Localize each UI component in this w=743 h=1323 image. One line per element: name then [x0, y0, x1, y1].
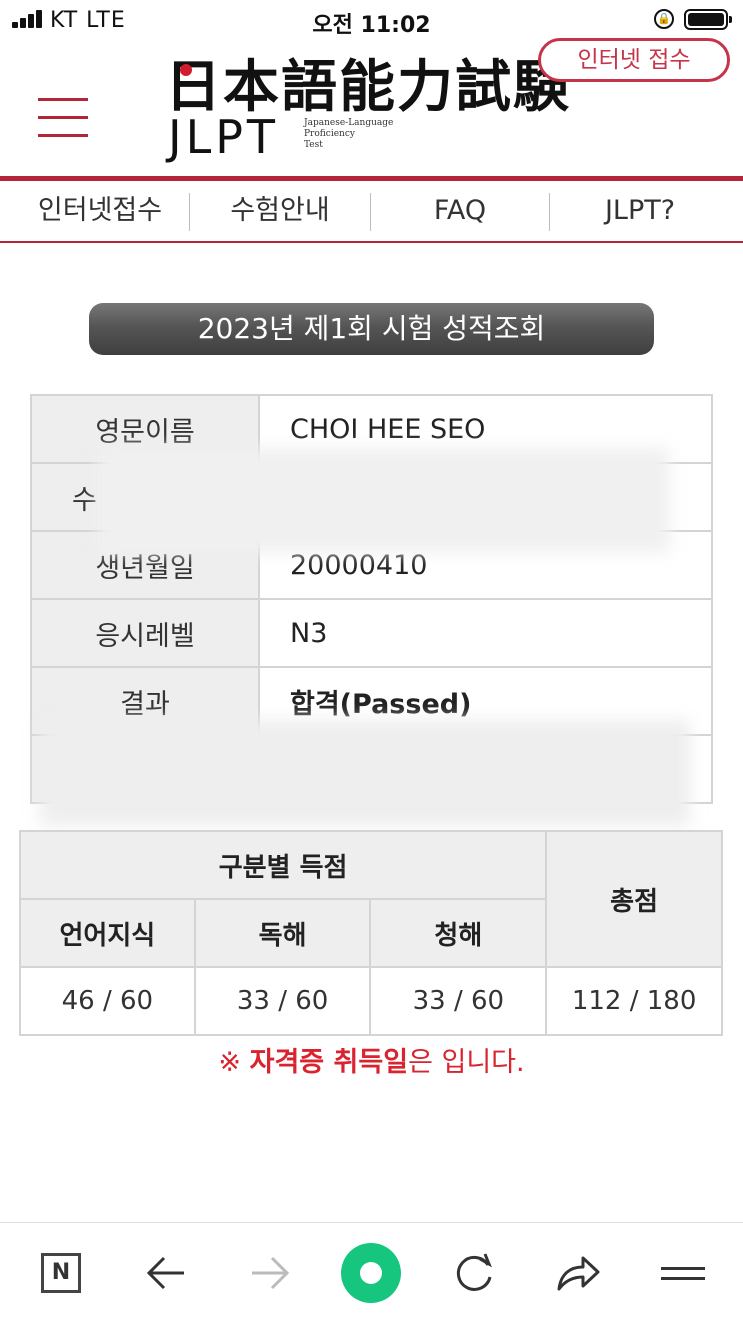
refresh-button[interactable]: [448, 1223, 500, 1323]
browser-menu-button[interactable]: [658, 1223, 708, 1323]
score-header-reading: 독해: [193, 898, 372, 968]
note-prefix: ※: [218, 1047, 250, 1078]
total-score-header: 총점: [545, 830, 723, 968]
certificate-date-note: ※ 자격증 취득일은 입니다.: [0, 1040, 743, 1079]
clock: 오전 11:02: [312, 13, 431, 38]
logo-sub-line: Test: [304, 140, 323, 150]
row-key: 응시레벨: [30, 598, 260, 668]
section-score-header: 구분별 득점: [18, 830, 548, 900]
note-suffix: 은 입니다.: [408, 1047, 525, 1078]
back-button[interactable]: [140, 1223, 192, 1323]
page-title: 2023년 제1회 시험 성적조회: [89, 303, 654, 355]
logo-sub-line: Japanese-Language: [304, 118, 394, 128]
table-row: 46 / 60 33 / 60 33 / 60 112 / 180: [19, 966, 723, 1036]
score-language: 46 / 60: [19, 966, 196, 1036]
refresh-icon: [456, 1253, 492, 1291]
green-dot-icon: [341, 1243, 401, 1303]
score-header-listening: 청해: [369, 898, 548, 968]
nav-item-faq[interactable]: FAQ: [372, 181, 548, 241]
table-row: 구분별 득점 총점: [18, 830, 723, 968]
forward-button[interactable]: [244, 1223, 296, 1323]
nav-divider: [370, 193, 371, 231]
score-listening: 33 / 60: [369, 966, 548, 1036]
redaction-blur: [40, 720, 690, 826]
logo-red-dot-icon: [180, 64, 192, 76]
nav-item-register[interactable]: 인터넷접수: [14, 181, 186, 241]
internet-register-button[interactable]: 인터넷 접수: [538, 38, 730, 82]
hamburger-menu-icon[interactable]: [38, 96, 90, 142]
table-row: 응시레벨 N3: [30, 598, 713, 668]
logo-jlpt: JLPT: [168, 110, 280, 164]
score-table: 구분별 득점 총점 언어지식 독해 청해 46 / 60 33 / 60 33 …: [18, 830, 723, 1036]
nav-item-jlpt[interactable]: JLPT?: [552, 181, 728, 241]
back-arrow-icon: [146, 1256, 184, 1290]
nav-item-guide[interactable]: 수험안내: [192, 181, 368, 241]
menu-lines-icon: [661, 1260, 705, 1287]
note-bold: 자격증 취득일: [249, 1047, 409, 1078]
logo-sub-line: Proficiency: [304, 129, 355, 139]
score-header-language: 언어지식: [19, 898, 196, 968]
rotation-lock-icon: 🔒: [654, 9, 674, 29]
row-value: N3: [258, 598, 713, 668]
score-total: 112 / 180: [545, 966, 723, 1036]
browser-toolbar: N: [0, 1222, 743, 1323]
status-bar: KT LTE 오전 11:02 🔒: [0, 0, 743, 40]
share-arrow-icon: [557, 1256, 600, 1291]
score-reading: 33 / 60: [193, 966, 372, 1036]
share-button[interactable]: [552, 1223, 604, 1323]
main-nav: 인터넷접수 수험안내 FAQ JLPT?: [0, 181, 743, 241]
nav-divider: [549, 193, 550, 231]
redaction-blur: [98, 448, 670, 553]
forward-arrow-icon: [252, 1256, 290, 1290]
nav-divider: [189, 193, 190, 231]
battery-icon: [684, 9, 732, 30]
naver-home-button[interactable]: N: [36, 1223, 86, 1323]
logo-subtitle: Japanese-Language Proficiency Test: [304, 118, 393, 151]
nav-bottom-border: [0, 241, 743, 243]
green-dot-button[interactable]: [341, 1223, 401, 1323]
naver-n-icon: N: [41, 1253, 81, 1293]
